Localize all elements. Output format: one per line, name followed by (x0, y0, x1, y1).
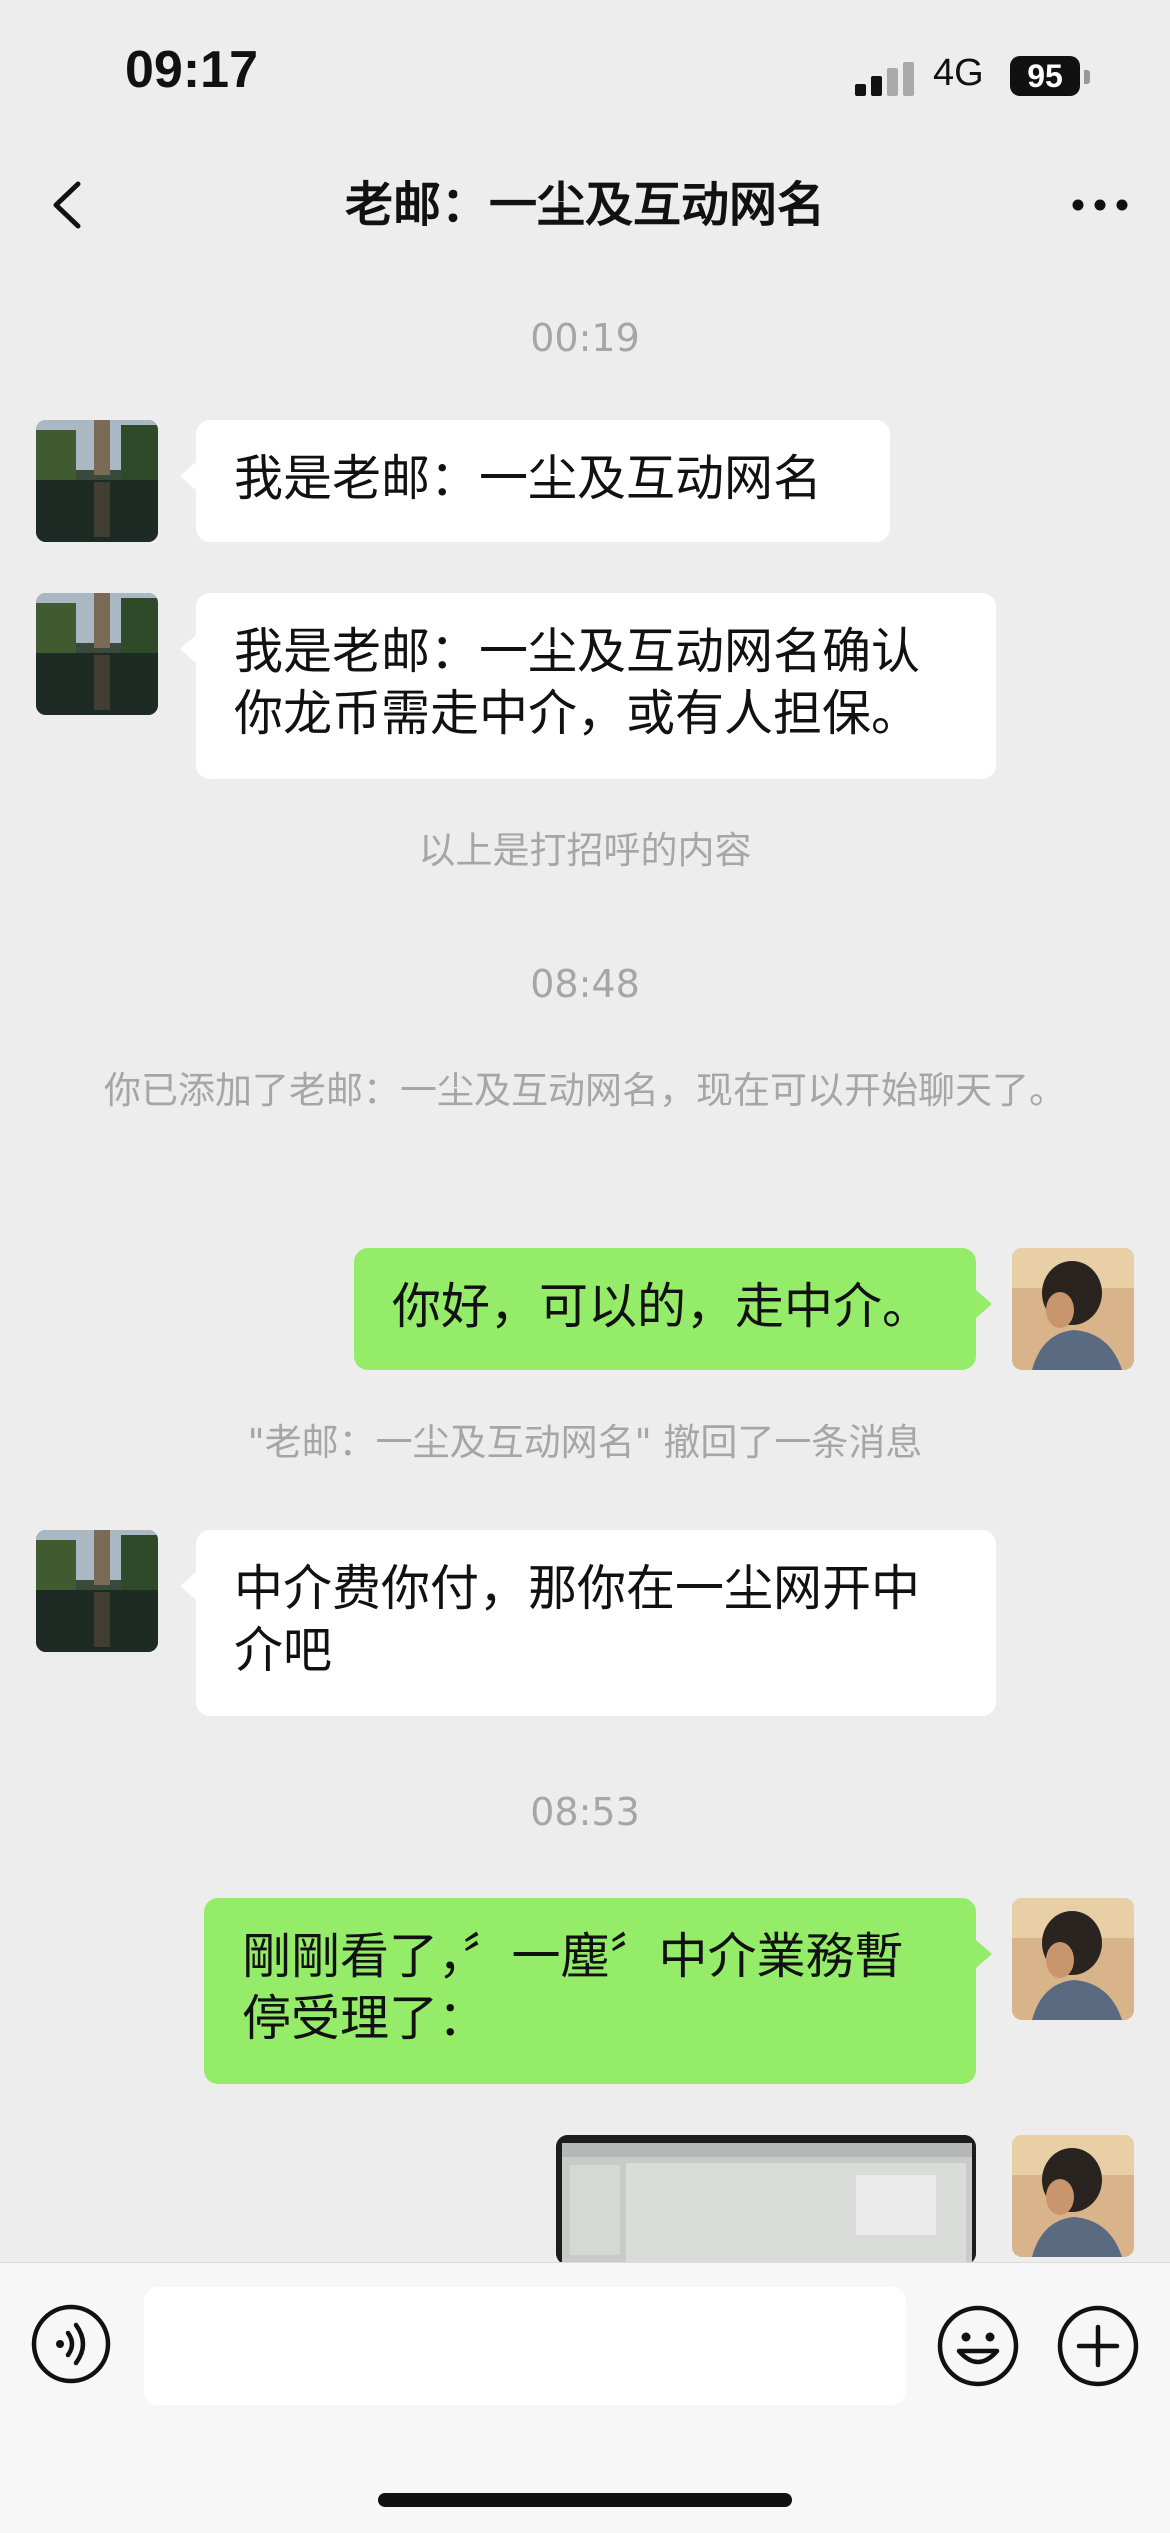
message-bubble-sent[interactable]: 你好，可以的，走中介。 (354, 1248, 992, 1370)
network-type: 4G (933, 52, 984, 94)
avatar-lake-image (36, 1530, 158, 1652)
avatar-person-image (1012, 1898, 1134, 2020)
status-time: 09:17 (125, 41, 258, 99)
timestamp: 08:53 (530, 1790, 640, 1834)
status-bar: 09:17 4G 95 (0, 0, 1170, 140)
timestamp: 08:48 (530, 962, 640, 1006)
contact-avatar[interactable] (36, 1530, 158, 1652)
battery-icon: 95 (1010, 56, 1080, 96)
voice-icon (31, 2304, 111, 2384)
voice-button[interactable] (30, 2303, 112, 2385)
timestamp: 00:19 (530, 316, 640, 360)
emoji-button[interactable] (935, 2303, 1021, 2389)
message-input[interactable] (144, 2287, 906, 2405)
message-bubble-received[interactable]: 我是老邮：一尘及互动网名确认 你龙币需走中介，或有人担保。 (180, 593, 996, 779)
own-avatar[interactable] (1012, 1898, 1134, 2020)
avatar-person-image (1012, 2135, 1134, 2257)
signal-icon (855, 62, 917, 96)
battery-cap (1084, 70, 1090, 84)
system-notice-added: 你已添加了老邮：一尘及互动网名，现在可以开始聊天了。 (104, 1069, 1066, 1112)
more-actions-button[interactable] (1055, 2303, 1141, 2389)
chat-title: 老邮：一尘及互动网名 (344, 177, 825, 233)
system-notice-recalled: "老邮：一尘及互动网名" 撤回了一条消息 (247, 1421, 923, 1464)
message-bubble-sent[interactable]: 剛剛看了，〞一塵〞中介業務暫 停受理了： (204, 1898, 992, 2084)
message-image-sent[interactable] (556, 2135, 976, 2265)
avatar-person-image (1012, 1248, 1134, 1370)
message-bubble-received[interactable]: 我是老邮：一尘及互动网名 (180, 420, 890, 542)
message-bubble-received[interactable]: 中介费你付，那你在一尘网开中 介吧 (180, 1530, 996, 1716)
battery-level: 95 (1027, 58, 1063, 94)
system-notice-greeting: 以上是打招呼的内容 (418, 829, 752, 872)
emoji-icon (937, 2305, 1019, 2387)
home-indicator[interactable] (378, 2493, 792, 2507)
own-avatar[interactable] (1012, 2135, 1134, 2257)
avatar-lake-image (36, 420, 158, 542)
chevron-left-icon (53, 181, 81, 229)
contact-avatar[interactable] (36, 593, 158, 715)
avatar-lake-image (36, 593, 158, 715)
chat-header: 老邮：一尘及互动网名 (0, 150, 1170, 260)
more-button[interactable] (1065, 170, 1135, 240)
back-button[interactable] (40, 170, 100, 240)
more-icon (1072, 199, 1128, 211)
contact-avatar[interactable] (36, 420, 158, 542)
plus-icon (1057, 2305, 1139, 2387)
own-avatar[interactable] (1012, 1248, 1134, 1370)
screenshot-photo-image (556, 2135, 976, 2265)
